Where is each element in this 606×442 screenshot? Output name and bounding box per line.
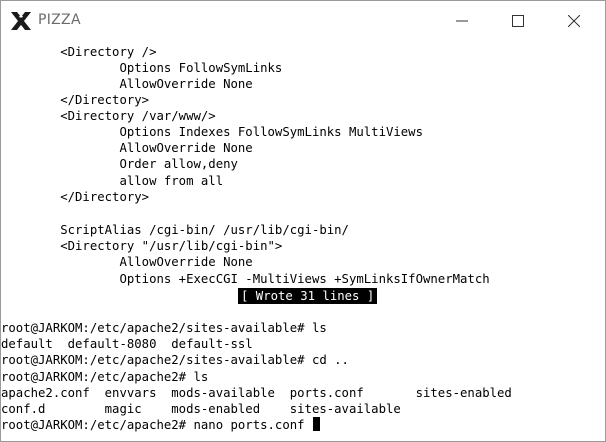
text-cursor bbox=[312, 417, 320, 431]
editor-line: Options FollowSymLinks bbox=[1, 61, 283, 75]
editor-line: allow from all bbox=[1, 174, 224, 188]
terminal-window: PIZZA <Directory /> Options FollowSymLin… bbox=[0, 0, 606, 442]
editor-line: Order allow,deny bbox=[1, 157, 238, 171]
editor-line: Options Indexes FollowSymLinks MultiView… bbox=[1, 125, 423, 139]
editor-line: ScriptAlias /cgi-bin/ /usr/lib/cgi-bin/ bbox=[1, 223, 349, 237]
close-icon bbox=[568, 15, 580, 27]
shell-line: root@JARKOM:/etc/apache2/sites-available… bbox=[1, 353, 349, 367]
nano-status-message: [ Wrote 31 lines ] bbox=[238, 288, 378, 304]
shell-line: default default-8080 default-ssl bbox=[1, 337, 253, 351]
minimize-icon bbox=[456, 20, 468, 22]
minimize-button[interactable] bbox=[439, 1, 485, 41]
x-window-icon bbox=[10, 11, 32, 31]
shell-line: root@JARKOM:/etc/apache2/sites-available… bbox=[1, 321, 327, 335]
editor-line: </Directory> bbox=[1, 93, 150, 107]
maximize-button[interactable] bbox=[495, 1, 541, 41]
close-button[interactable] bbox=[551, 1, 597, 41]
shell-prompt: root@JARKOM:/etc/apache2# nano ports.con… bbox=[1, 418, 312, 432]
terminal-output[interactable]: <Directory /> Options FollowSymLinks All… bbox=[1, 41, 605, 441]
shell-prompt-line[interactable]: root@JARKOM:/etc/apache2# nano ports.con… bbox=[1, 417, 320, 433]
editor-line: <Directory /> bbox=[1, 45, 157, 59]
editor-line: <Directory "/usr/lib/cgi-bin"> bbox=[1, 239, 283, 253]
editor-line: AllowOverride None bbox=[1, 255, 253, 269]
title-bar[interactable]: PIZZA bbox=[1, 1, 605, 41]
shell-line: conf.d magic mods-enabled sites-availabl… bbox=[1, 402, 401, 416]
editor-line: <Directory /var/www/> bbox=[1, 109, 216, 123]
editor-line: AllowOverride None bbox=[1, 77, 253, 91]
shell-line: root@JARKOM:/etc/apache2# ls bbox=[1, 370, 209, 384]
window-title: PIZZA bbox=[38, 12, 81, 28]
maximize-icon bbox=[512, 15, 524, 27]
editor-line: </Directory> bbox=[1, 190, 150, 204]
shell-line: apache2.conf envvars mods-available port… bbox=[1, 386, 512, 400]
editor-line: AllowOverride None bbox=[1, 141, 253, 155]
editor-line: Options +ExecCGI -MultiViews +SymLinksIf… bbox=[1, 272, 490, 286]
